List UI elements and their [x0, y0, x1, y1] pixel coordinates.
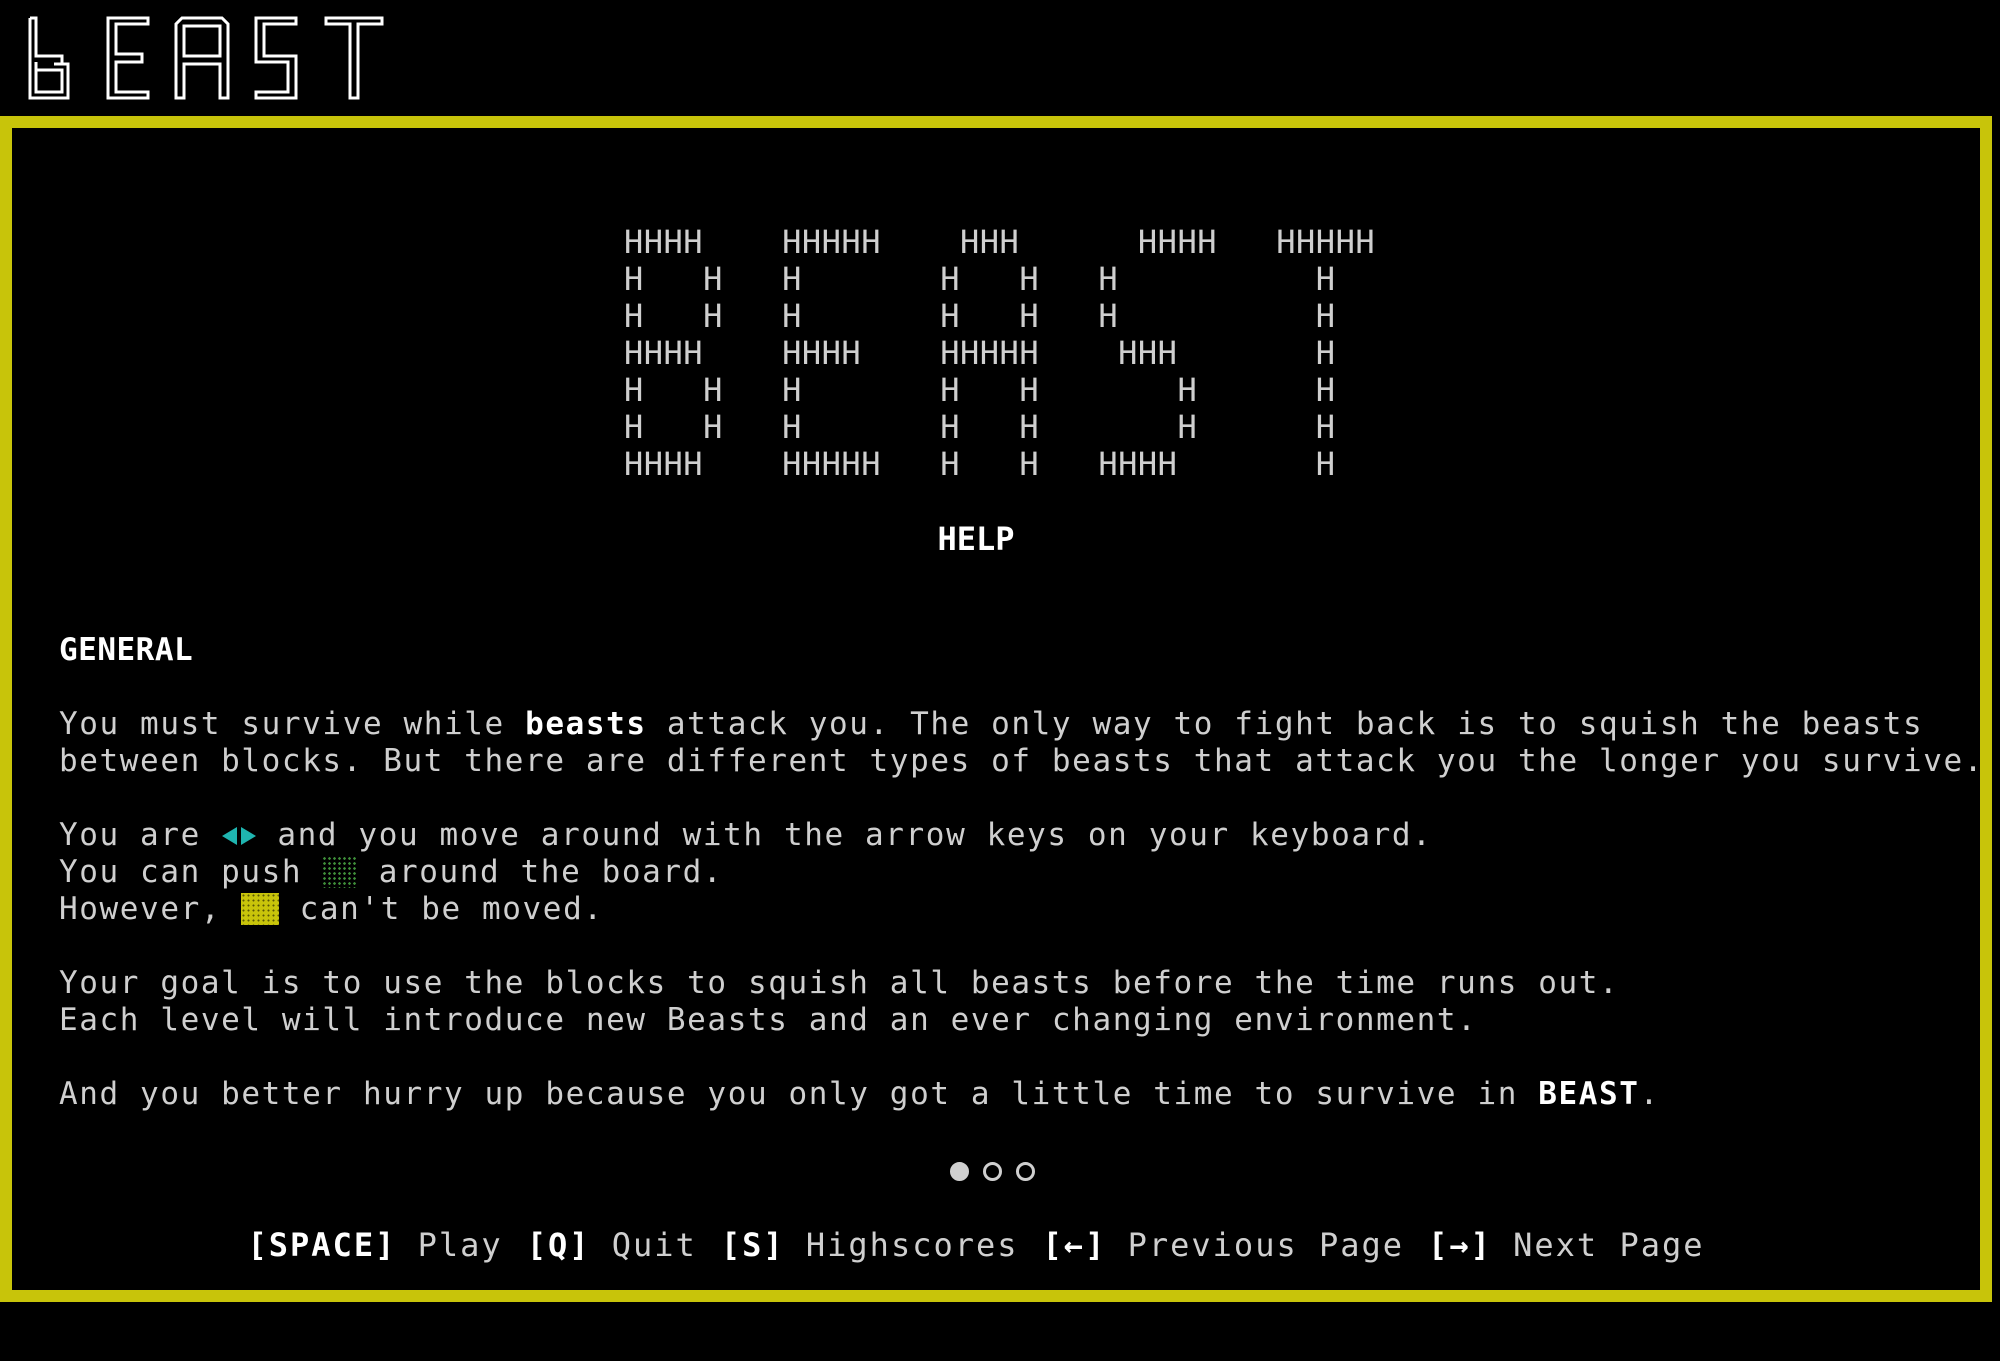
next-page-hint[interactable]: [→] Next Page [1428, 1226, 1704, 1264]
page-title: HELP [937, 520, 1015, 558]
ascii-line: HHHH HHHH HHHHH HHH H [624, 334, 1336, 372]
ascii-line: H H H H H H H [624, 297, 1336, 335]
section-heading: GENERAL [59, 632, 194, 668]
paragraph-line: And you better hurry up because you only… [59, 1076, 1660, 1112]
play-hint[interactable]: [SPACE] Play [248, 1226, 503, 1264]
help-content: GENERAL You must survive while beasts at… [59, 632, 1985, 1113]
ascii-line: H H H H H H H [624, 371, 1336, 409]
paragraph-line: between blocks. But there are different … [59, 743, 1985, 779]
pushable-block-icon [322, 856, 359, 888]
page-dot-3 [1016, 1162, 1035, 1181]
highscores-hint[interactable]: [S] Highscores [721, 1226, 1019, 1264]
ascii-line: H H H H H H H [624, 260, 1336, 298]
solid-block-icon [241, 893, 280, 925]
page-indicator [950, 1162, 1035, 1181]
paragraph-line: Your goal is to use the blocks to squish… [59, 965, 1620, 1001]
ascii-line: H H H H H H H [624, 408, 1336, 446]
highlight-beast: BEAST [1538, 1076, 1640, 1112]
ascii-line: HHHH HHHHH HHH HHHH HHHHH [624, 223, 1376, 261]
paragraph-line: However, can't be moved. [59, 891, 604, 927]
ascii-line: HHHH HHHHH H H HHHH H [624, 445, 1336, 483]
quit-hint[interactable]: [Q] Quit [527, 1226, 697, 1264]
paragraph-line: You are and you move around with the arr… [59, 817, 1433, 853]
key-hints-bar: [SPACE] Play [Q] Quit [S] Highscores [←] Pr… [0, 1226, 1952, 1264]
highlight-beasts: beasts [525, 706, 647, 742]
ascii-beast-banner: HHHH HHHHH HHH HHHH HHHHH H H H H H H H … [624, 224, 1375, 483]
beast-logo [28, 16, 384, 100]
paragraph-line: Each level will introduce new Beasts and… [59, 1002, 1478, 1038]
page-dot-2 [983, 1162, 1002, 1181]
previous-page-hint[interactable]: [←] Previous Page [1043, 1226, 1405, 1264]
paragraph-line: You must survive while beasts attack you… [59, 706, 1924, 742]
paragraph-line: You can push around the board. [59, 854, 724, 890]
player-diamond-icon [222, 827, 257, 845]
page-dot-1 [950, 1162, 969, 1181]
